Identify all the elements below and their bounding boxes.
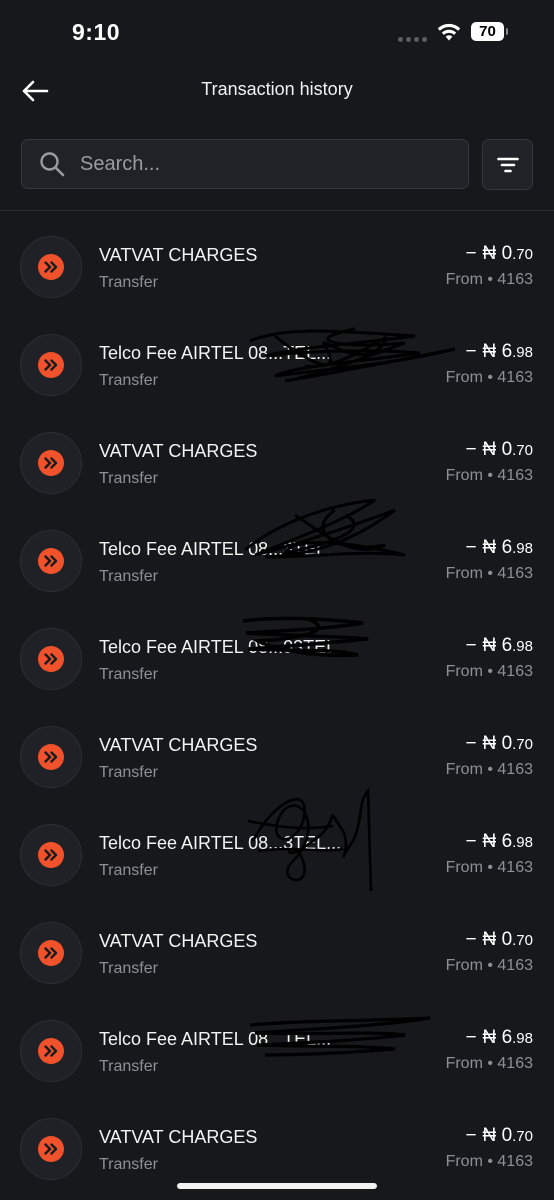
double-chevron-right-icon	[44, 751, 58, 763]
transaction-source: From • 4163	[445, 467, 533, 484]
status-bar: 9:10 70	[0, 0, 554, 66]
transaction-title: Telco Fee AIRTEL 08...3TEL...	[99, 539, 342, 559]
transaction-type: Transfer	[99, 1058, 158, 1075]
transaction-amount: − ₦ 0.70	[465, 1125, 533, 1146]
transaction-source: From • 4163	[445, 761, 533, 778]
transaction-title: VATVAT CHARGES	[99, 441, 258, 461]
transaction-source: From • 4163	[445, 565, 533, 582]
transaction-type: Transfer	[99, 1156, 158, 1173]
transaction-title: Telco Fee AIRTEL 08...3TEL...	[99, 833, 342, 853]
transaction-type: Transfer	[99, 568, 158, 585]
transaction-source: From • 4163	[445, 369, 533, 386]
transaction-amount: − ₦ 0.70	[465, 439, 533, 460]
page-title: Transaction history	[201, 79, 353, 99]
transaction-title: VATVAT CHARGES	[99, 245, 258, 265]
double-chevron-right-icon	[44, 947, 58, 959]
transaction-amount: − ₦ 6.98	[465, 831, 533, 852]
double-chevron-right-icon	[44, 261, 58, 273]
transaction-item[interactable]: Telco Fee AIRTEL 08...3TEL... Transfer −…	[0, 498, 554, 603]
transaction-title: Telco Fee AIRTEL 08...TEL...	[99, 1029, 332, 1049]
home-indicator[interactable]	[177, 1183, 377, 1189]
transaction-item[interactable]: Telco Fee AIRTEL 08...TEL... Transfer − ₦…	[0, 309, 554, 407]
transaction-source: From • 4163	[445, 271, 533, 288]
transaction-amount: − ₦ 0.70	[465, 243, 533, 264]
transaction-item[interactable]: VATVAT CHARGES Transfer − ₦ 0.70 From • 4…	[0, 211, 554, 309]
transaction-amount: − ₦ 6.98	[465, 1027, 533, 1048]
cellular-signal-icon	[398, 37, 427, 42]
transfer-avatar	[20, 1020, 82, 1082]
transfer-avatar	[20, 530, 82, 592]
transaction-type: Transfer	[99, 666, 158, 683]
redaction-scribble	[244, 498, 406, 559]
transfer-avatar	[20, 628, 82, 690]
transaction-amount: − ₦ 0.70	[465, 929, 533, 950]
wifi-icon	[436, 22, 462, 47]
double-chevron-right-icon	[44, 1045, 58, 1057]
transaction-amount: − ₦ 0.70	[465, 733, 533, 754]
transfer-avatar	[20, 432, 82, 494]
double-chevron-right-icon	[44, 359, 58, 371]
transaction-item[interactable]: Telco Fee AIRTEL 08...3TEL... Transfer −…	[0, 787, 554, 897]
transfer-avatar	[20, 726, 82, 788]
search-input[interactable]	[78, 151, 442, 177]
battery-indicator: 70	[471, 22, 508, 41]
double-chevron-right-icon	[44, 849, 58, 861]
transaction-amount: − ₦ 6.98	[465, 537, 533, 558]
transaction-title: VATVAT CHARGES	[99, 1127, 258, 1147]
search-box[interactable]	[21, 139, 469, 189]
transaction-source: From • 4163	[445, 1153, 533, 1170]
transfer-avatar	[20, 824, 82, 886]
transaction-title: VATVAT CHARGES	[99, 931, 258, 951]
transaction-title: Telco Fee AIRTEL 08...03TEL...	[99, 637, 352, 657]
transaction-type: Transfer	[99, 274, 158, 291]
transaction-amount: − ₦ 6.98	[465, 341, 533, 362]
transaction-item[interactable]: Telco Fee AIRTEL 08...TEL... Transfer − ₦…	[0, 995, 554, 1093]
transaction-type: Transfer	[99, 862, 158, 879]
transaction-source: From • 4163	[445, 859, 533, 876]
transfer-avatar	[20, 1118, 82, 1180]
status-time: 9:10	[72, 19, 121, 45]
transaction-amount: − ₦ 6.98	[465, 635, 533, 656]
search-icon	[39, 151, 65, 177]
transaction-source: From • 4163	[445, 957, 533, 974]
transaction-item[interactable]: VATVAT CHARGES Transfer − ₦ 0.70 From • 4…	[0, 701, 554, 799]
transaction-source: From • 4163	[445, 663, 533, 680]
double-chevron-right-icon	[44, 457, 58, 469]
transfer-avatar	[20, 334, 82, 396]
transaction-item[interactable]: VATVAT CHARGES Transfer − ₦ 0.70 From • 4…	[0, 1093, 554, 1191]
transaction-item[interactable]: Telco Fee AIRTEL 08...03TEL... Transfer …	[0, 603, 554, 701]
transaction-type: Transfer	[99, 764, 158, 781]
header: Transaction history	[0, 66, 554, 116]
transaction-type: Transfer	[99, 960, 158, 977]
double-chevron-right-icon	[44, 555, 58, 567]
double-chevron-right-icon	[44, 653, 58, 665]
transaction-title: VATVAT CHARGES	[99, 735, 258, 755]
transaction-source: From • 4163	[445, 1055, 533, 1072]
filter-button[interactable]	[482, 139, 533, 190]
double-chevron-right-icon	[44, 1143, 58, 1155]
transaction-item[interactable]: VATVAT CHARGES Transfer − ₦ 0.70 From • 4…	[0, 897, 554, 995]
transaction-type: Transfer	[99, 470, 158, 487]
transaction-type: Transfer	[99, 372, 158, 389]
transfer-avatar	[20, 236, 82, 298]
transaction-item[interactable]: VATVAT CHARGES Transfer − ₦ 0.70 From • 4…	[0, 407, 554, 505]
filter-icon	[496, 157, 519, 172]
transfer-avatar	[20, 922, 82, 984]
transaction-title: Telco Fee AIRTEL 08...TEL...	[99, 343, 332, 363]
